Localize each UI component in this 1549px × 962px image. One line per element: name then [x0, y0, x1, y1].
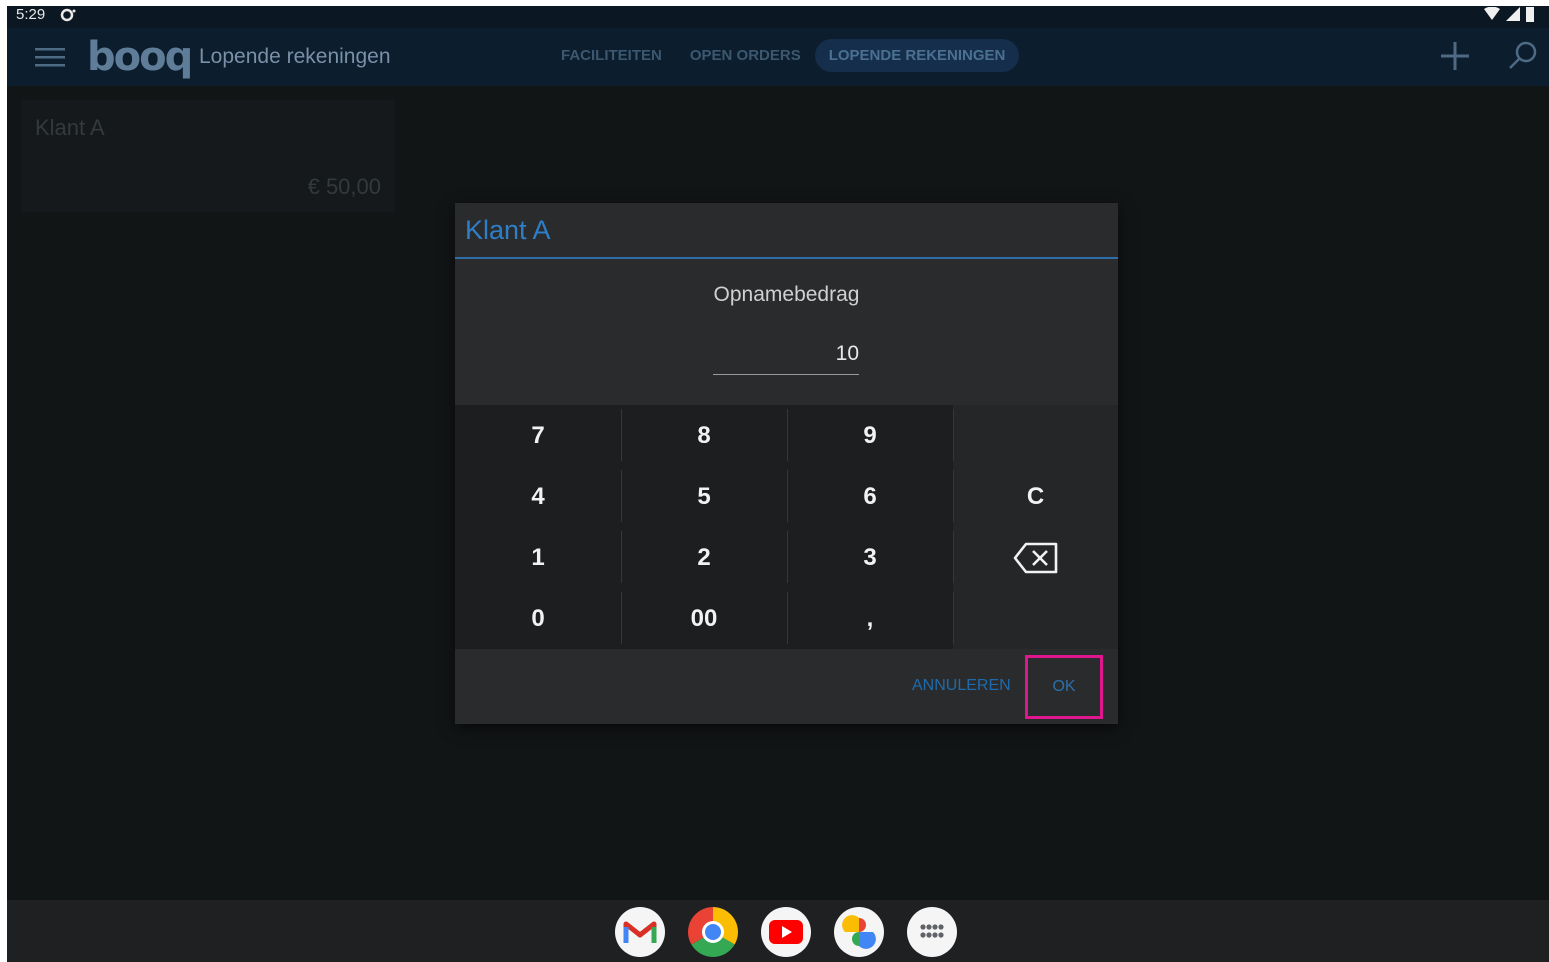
- key-divider: [953, 409, 954, 461]
- notification-icon: [59, 7, 77, 27]
- key-9[interactable]: 9: [787, 405, 953, 466]
- signal-icon: [1506, 7, 1520, 21]
- chrome-icon[interactable]: [688, 907, 738, 957]
- key-2[interactable]: 2: [621, 527, 787, 588]
- menu-icon[interactable]: [35, 45, 65, 69]
- key-divider: [953, 470, 954, 522]
- account-name: Klant A: [35, 115, 105, 140]
- tab-lopende-rekeningen[interactable]: LOPENDE REKENINGEN: [814, 39, 1020, 72]
- key-divider: [621, 409, 622, 461]
- key-0[interactable]: 0: [455, 588, 621, 649]
- status-bar: 5:29: [7, 6, 1549, 28]
- add-icon[interactable]: [1439, 40, 1471, 72]
- numeric-keypad: 7 8 9 4 5 6 C 1 2 3 0 00 ,: [455, 405, 1118, 649]
- page-title: Lopende rekeningen: [199, 45, 391, 68]
- system-icons: [1483, 6, 1535, 22]
- booq-logo: booq: [87, 34, 193, 80]
- key-1[interactable]: 1: [455, 527, 621, 588]
- key-divider: [621, 592, 622, 644]
- key-3[interactable]: 3: [787, 527, 953, 588]
- status-time: 5:29: [16, 6, 46, 23]
- photos-icon[interactable]: [834, 907, 884, 957]
- key-divider: [621, 470, 622, 522]
- ok-button[interactable]: OK: [1025, 655, 1103, 719]
- app-bar: booq Lopende rekeningen FACILITEITEN OPE…: [7, 28, 1549, 86]
- key-6[interactable]: 6: [787, 466, 953, 527]
- account-card[interactable]: Klant A € 50,00: [21, 100, 395, 212]
- dialog-actions: ANNULEREN OK: [455, 649, 1118, 724]
- app-drawer-icon[interactable]: [907, 907, 957, 957]
- key-comma[interactable]: ,: [787, 588, 953, 649]
- amount-input[interactable]: 10: [713, 342, 859, 375]
- wifi-icon: [1484, 7, 1500, 20]
- cancel-button[interactable]: ANNULEREN: [912, 677, 1011, 695]
- key-divider: [787, 592, 788, 644]
- key-7[interactable]: 7: [455, 405, 621, 466]
- screen: 5:29 booq Lopende rekeningen FACILITEITE…: [7, 6, 1549, 962]
- clear-button[interactable]: C: [953, 466, 1118, 527]
- backspace-button[interactable]: [953, 527, 1118, 588]
- key-4[interactable]: 4: [455, 466, 621, 527]
- key-divider: [953, 592, 954, 644]
- key-divider: [953, 531, 954, 583]
- battery-icon: [1526, 7, 1534, 22]
- dialog-title: Klant A: [465, 215, 551, 245]
- key-divider: [787, 531, 788, 583]
- gmail-icon[interactable]: [615, 907, 665, 957]
- app-dock: [7, 900, 1549, 962]
- key-8[interactable]: 8: [621, 405, 787, 466]
- youtube-icon[interactable]: [761, 907, 811, 957]
- key-00[interactable]: 00: [621, 588, 787, 649]
- key-5[interactable]: 5: [621, 466, 787, 527]
- tab-faciliteiten[interactable]: FACILITEITEN: [547, 39, 676, 72]
- account-balance: € 50,00: [307, 174, 381, 199]
- backspace-icon: [1013, 542, 1057, 573]
- key-divider: [621, 531, 622, 583]
- withdraw-dialog: Klant A Opnamebedrag 10 7 8 9 4 5 6 C 1 …: [455, 203, 1118, 724]
- tab-open-orders[interactable]: OPEN ORDERS: [676, 39, 815, 72]
- amount-label: Opnamebedrag: [713, 283, 860, 306]
- search-icon[interactable]: [1507, 40, 1539, 72]
- key-divider: [787, 470, 788, 522]
- key-divider: [787, 409, 788, 461]
- dialog-header: Klant A: [455, 203, 1118, 259]
- tab-bar: FACILITEITEN OPEN ORDERS LOPENDE REKENIN…: [547, 39, 1020, 72]
